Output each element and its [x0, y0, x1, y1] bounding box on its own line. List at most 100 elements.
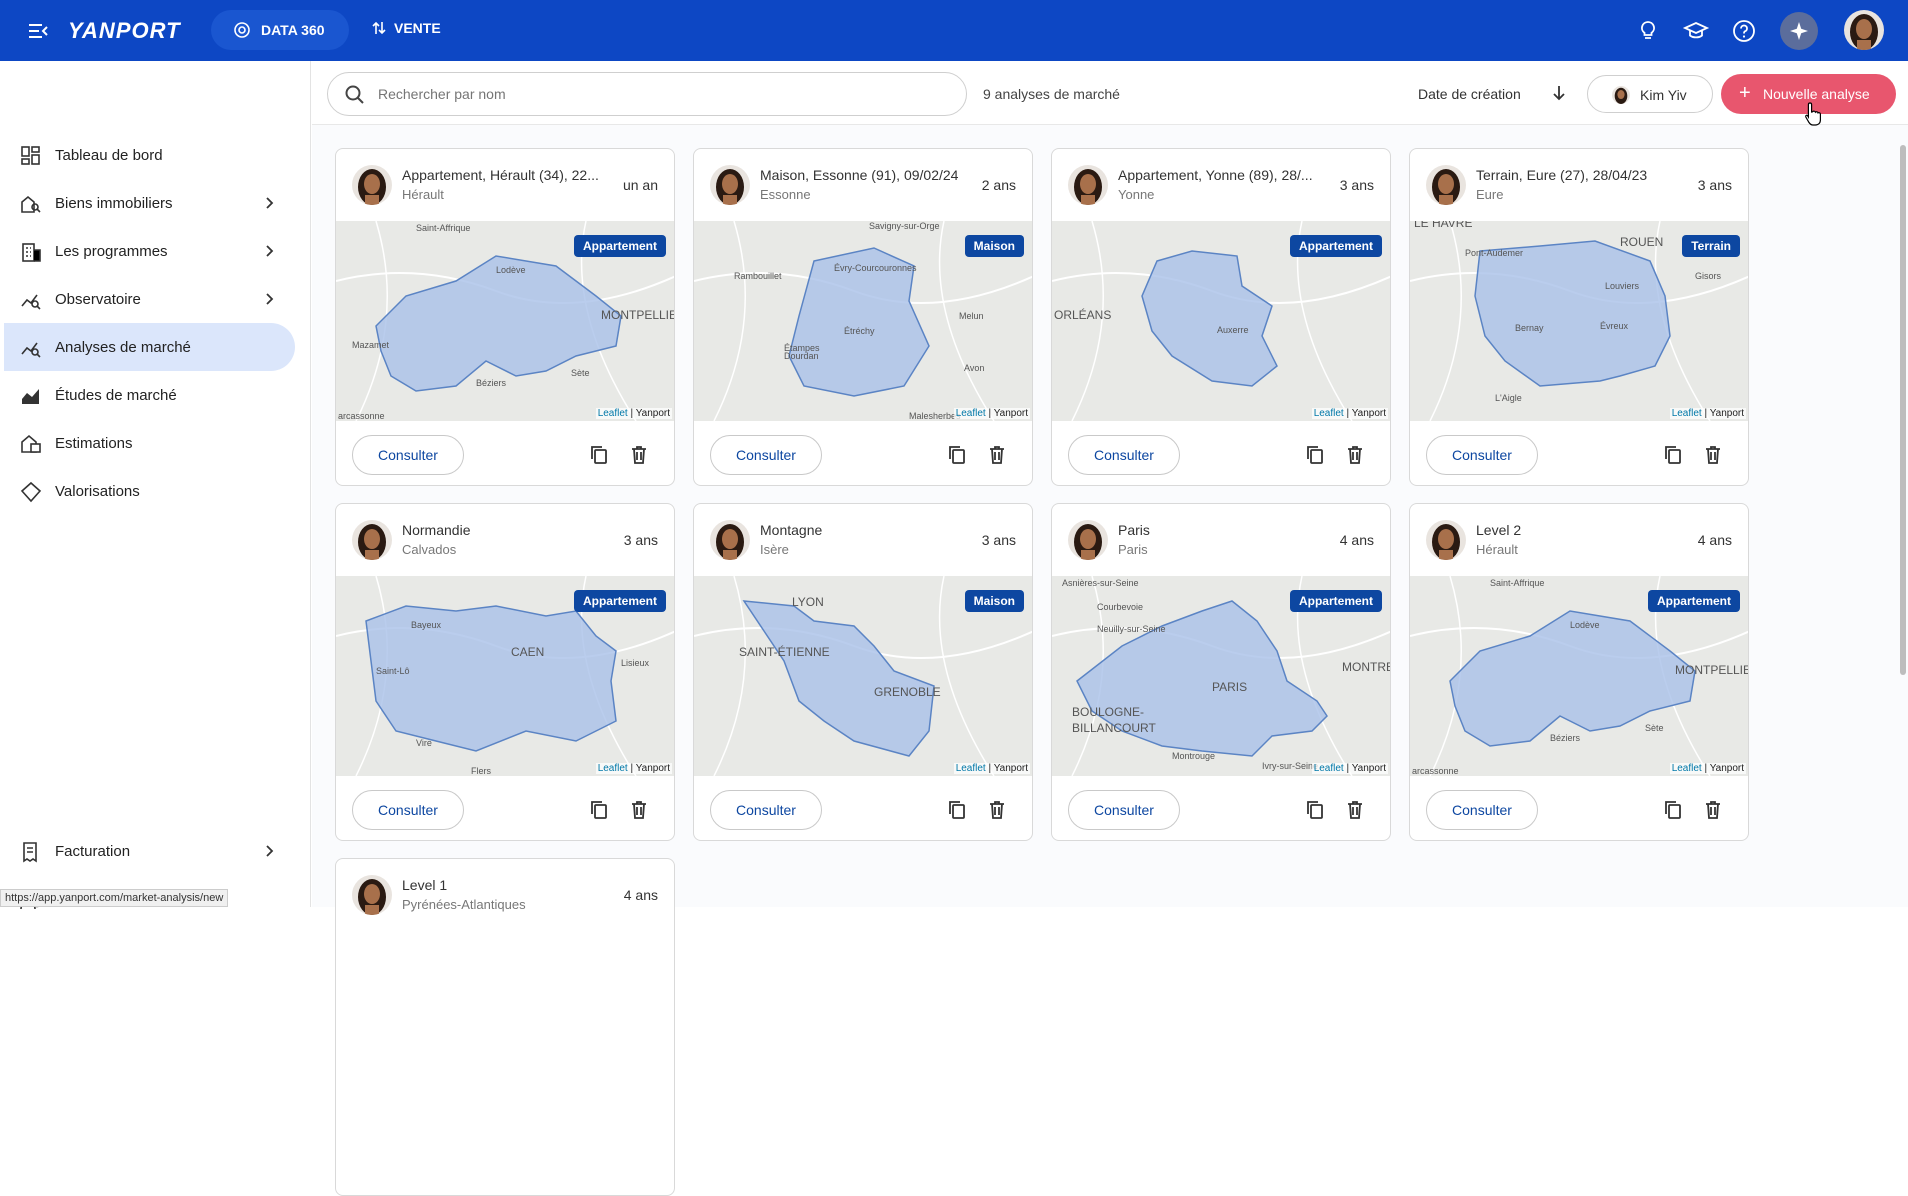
leaflet-link[interactable]: Leaflet: [1672, 763, 1702, 774]
search-box[interactable]: [327, 72, 967, 116]
map-place-label: Étréchy: [844, 326, 875, 336]
sidebar-item-valorisations[interactable]: Valorisations: [4, 467, 295, 515]
help-icon[interactable]: [1730, 17, 1758, 45]
duplicate-icon[interactable]: [588, 444, 610, 466]
map-place-label: Asnières-sur-Seine: [1062, 578, 1139, 588]
region-map[interactable]: LE HAVRE ROUEN Pont-Audemer Louviers Bernay É…: [1410, 221, 1748, 421]
scrollbar-thumb[interactable]: [1900, 145, 1906, 675]
menu-collapse-icon[interactable]: [26, 19, 50, 43]
delete-icon[interactable]: [1702, 444, 1724, 466]
card-subtitle: Hérault: [402, 187, 444, 202]
analysis-card[interactable]: Terrain, Eure (27), 28/04/23 Eure 3 ans LE …: [1409, 148, 1749, 486]
consult-button[interactable]: Consulter: [352, 790, 464, 830]
consult-button[interactable]: Consulter: [710, 790, 822, 830]
map-place-label: MONTPELLIE: [601, 308, 675, 322]
map-place-label: MONTREUIL: [1342, 660, 1391, 674]
duplicate-icon[interactable]: [946, 799, 968, 821]
delete-icon[interactable]: [628, 799, 650, 821]
consult-button[interactable]: Consulter: [1426, 435, 1538, 475]
analysis-card[interactable]: Level 2 Hérault 4 ans Saint-Affrique Lodève M…: [1409, 503, 1749, 841]
analysis-card[interactable]: Montagne Isère 3 ans LYON SAINT-ÉTIENNE GRENO…: [693, 503, 1033, 841]
region-map[interactable]: Savigny-sur-Orge Rambouillet Évry-Courcour…: [694, 221, 1032, 421]
delete-icon[interactable]: [1344, 799, 1366, 821]
analysis-card[interactable]: Maison, Essonne (91), 09/02/24 Essonne 2 a…: [693, 148, 1033, 486]
data360-button[interactable]: DATA 360: [211, 10, 349, 50]
analysis-card[interactable]: Appartement, Hérault (34), 22... Hérault u…: [335, 148, 675, 486]
card-subtitle: Paris: [1118, 542, 1148, 557]
sidebar-item-biens-immobiliers[interactable]: Biens immobiliers: [4, 179, 295, 227]
delete-icon[interactable]: [986, 799, 1008, 821]
sort-field-select[interactable]: Date de création: [1418, 86, 1521, 102]
arrow-down-icon[interactable]: [1550, 84, 1568, 102]
duplicate-icon[interactable]: [1304, 444, 1326, 466]
chevron-right-icon[interactable]: [260, 842, 278, 860]
map-place-label: Auxerre: [1217, 325, 1249, 335]
map-place-label: Sète: [1645, 723, 1664, 733]
sidebar-item-estimations[interactable]: Estimations: [4, 419, 295, 467]
owner-avatar: [1426, 165, 1466, 205]
duplicate-icon[interactable]: [588, 799, 610, 821]
leaflet-link[interactable]: Leaflet: [598, 763, 628, 774]
chevron-right-icon[interactable]: [260, 290, 278, 308]
region-map[interactable]: ORLÉANS Auxerre Appartement Leaflet | Yanpo…: [1052, 221, 1390, 421]
main-content: 9 analyses de marché Date de création Ki…: [312, 61, 1908, 1196]
sidebar-item-observatoire[interactable]: Observatoire: [4, 275, 295, 323]
consult-button[interactable]: Consulter: [1068, 435, 1180, 475]
consult-button[interactable]: Consulter: [710, 435, 822, 475]
analysis-card[interactable]: Paris Paris 4 ans Asnières-sur-Seine Courbev…: [1051, 503, 1391, 841]
analysis-card[interactable]: Appartement, Yonne (89), 28/... Yonne 3 an…: [1051, 148, 1391, 486]
duplicate-icon[interactable]: [946, 444, 968, 466]
leaflet-link[interactable]: Leaflet: [1314, 763, 1344, 774]
sidebar-item-analyses-de-marche[interactable]: Analyses de marché: [4, 323, 295, 371]
region-map[interactable]: Asnières-sur-Seine Courbevoie Neuilly-sur-…: [1052, 576, 1391, 776]
consult-button[interactable]: Consulter: [1068, 790, 1180, 830]
lightbulb-icon[interactable]: [1634, 17, 1662, 45]
ai-assistant-button[interactable]: [1780, 12, 1818, 50]
region-map[interactable]: Bayeux CAEN Lisieux Saint-Lô Vire Flers Appart…: [336, 576, 674, 776]
sidebar-item-label: Observatoire: [55, 290, 141, 308]
delete-icon[interactable]: [628, 444, 650, 466]
property-type-badge: Maison: [964, 590, 1024, 612]
duplicate-icon[interactable]: [1662, 799, 1684, 821]
property-type-badge: Appartement: [573, 235, 666, 257]
card-subtitle: Isère: [760, 542, 789, 557]
yanport-attribution: Yanport: [1351, 408, 1386, 419]
owner-avatar: [352, 520, 392, 560]
analysis-card[interactable]: Level 1 Pyrénées-Atlantiques 4 ans: [335, 858, 675, 1196]
delete-icon[interactable]: [1702, 799, 1724, 821]
leaflet-link[interactable]: Leaflet: [956, 763, 986, 774]
graduation-cap-icon[interactable]: [1682, 17, 1710, 45]
user-filter-chip[interactable]: Kim Yiv: [1587, 75, 1713, 113]
leaflet-link[interactable]: Leaflet: [956, 408, 986, 419]
region-map[interactable]: Saint-Affrique Lodève MONTPELLIE Mazamet Sèt…: [336, 221, 675, 421]
yanport-logo[interactable]: YANPORT: [68, 18, 181, 44]
user-avatar[interactable]: [1844, 10, 1884, 50]
duplicate-icon[interactable]: [1662, 444, 1684, 466]
delete-icon[interactable]: [1344, 444, 1366, 466]
scrollbar[interactable]: [1898, 125, 1908, 907]
search-input[interactable]: [378, 83, 938, 105]
leaflet-link[interactable]: Leaflet: [1672, 408, 1702, 419]
delete-icon[interactable]: [986, 444, 1008, 466]
map-place-label: Lodève: [1570, 620, 1600, 630]
map-place-label: LYON: [792, 595, 824, 609]
region-map[interactable]: Saint-Affrique Lodève MONTPELLIE Sète Bézier…: [1410, 576, 1749, 776]
sidebar-item-les-programmes[interactable]: Les programmes: [4, 227, 295, 275]
analysis-card[interactable]: Normandie Calvados 3 ans Bayeux CAEN Lisieux S…: [335, 503, 675, 841]
consult-button[interactable]: Consulter: [1426, 790, 1538, 830]
consult-button[interactable]: Consulter: [352, 435, 464, 475]
hand-cursor-icon: [1805, 102, 1821, 126]
sidebar-item-facturation[interactable]: Facturation: [4, 827, 295, 875]
region-map[interactable]: LYON SAINT-ÉTIENNE GRENOBLE Maison Leaflet |…: [694, 576, 1032, 776]
chevron-right-icon[interactable]: [260, 194, 278, 212]
leaflet-link[interactable]: Leaflet: [1314, 408, 1344, 419]
map-attribution: Leaflet | Yanport: [953, 408, 1030, 419]
map-place-label: Melun: [959, 311, 984, 321]
map-place-label: MONTPELLIE: [1675, 663, 1749, 677]
vente-button[interactable]: VENTE: [372, 20, 441, 36]
sidebar-item-tableau-de-bord[interactable]: Tableau de bord: [4, 131, 295, 179]
leaflet-link[interactable]: Leaflet: [598, 408, 628, 419]
chevron-right-icon[interactable]: [260, 242, 278, 260]
duplicate-icon[interactable]: [1304, 799, 1326, 821]
sidebar-item-etudes-de-marche[interactable]: Études de marché: [4, 371, 295, 419]
